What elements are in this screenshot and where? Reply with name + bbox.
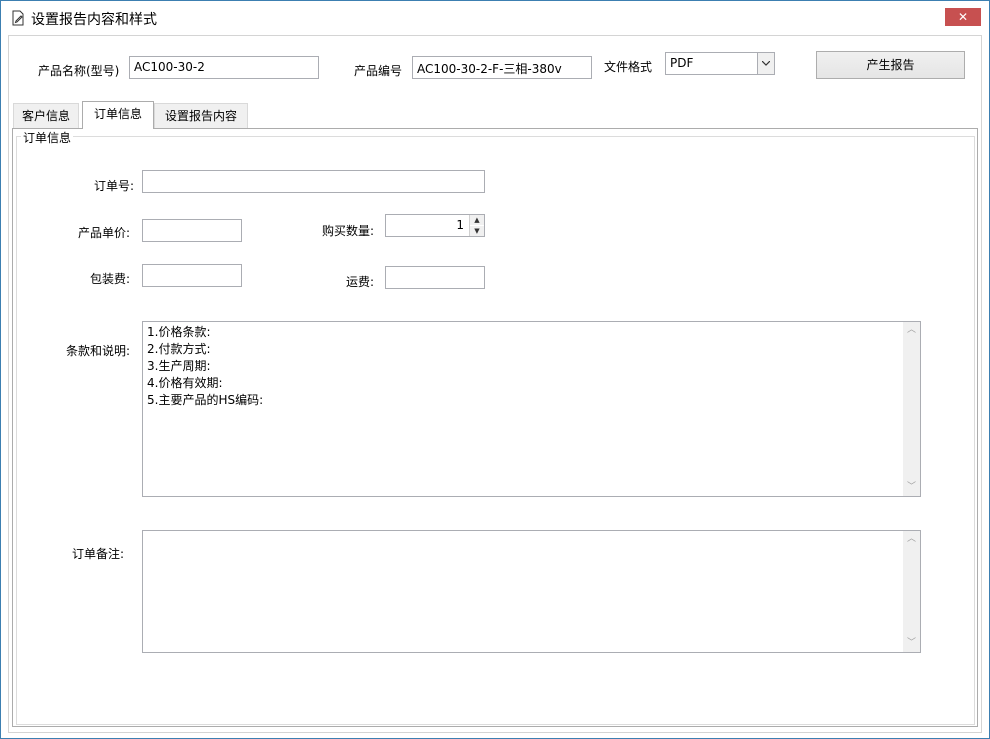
terms-line: 5.主要产品的HS编码: <box>147 393 264 407</box>
document-edit-icon <box>12 10 24 26</box>
chevron-up-icon[interactable]: ▲ <box>470 215 484 225</box>
terms-line: 4.价格有效期: <box>147 376 223 390</box>
chevron-up-icon[interactable]: ︿ <box>903 531 920 548</box>
tab-order-info[interactable]: 订单信息 <box>82 101 154 129</box>
tab-customer-info[interactable]: 客户信息 <box>13 103 79 129</box>
product-name-field[interactable]: AC100-30-2 <box>129 56 319 79</box>
product-name-label: 产品名称(型号) <box>38 64 120 78</box>
remarks-scrollbar[interactable]: ︿ ﹀ <box>903 531 920 652</box>
quantity-label: 购买数量: <box>322 224 375 238</box>
terms-textarea[interactable]: 1.价格条款: 2.付款方式: 3.生产周期: 4.价格有效期: 5.主要产品的… <box>142 321 921 497</box>
quantity-stepper[interactable]: 1 ▲ ▼ <box>385 214 485 237</box>
unit-price-field[interactable] <box>142 219 242 242</box>
terms-line: 3.生产周期: <box>147 359 211 373</box>
chevron-down-icon[interactable] <box>757 53 774 74</box>
order-info-panel: 订单信息 订单号: 产品单价: 购买数量: 1 ▲ ▼ 包装费: 运费: 条款和… <box>12 128 978 727</box>
product-code-field[interactable]: AC100-30-2-F-三相-380v <box>412 56 592 79</box>
spin-buttons: ▲ ▼ <box>469 215 484 236</box>
terms-label: 条款和说明: <box>66 344 131 358</box>
report-settings-window: 设置报告内容和样式 ✕ 产品名称(型号) AC100-30-2 产品编号 AC1… <box>0 0 990 739</box>
shipping-fee-label: 运费: <box>346 275 375 289</box>
file-format-label: 文件格式 <box>604 60 653 74</box>
file-format-select[interactable]: PDF <box>665 52 775 75</box>
product-code-label: 产品编号 <box>354 64 403 78</box>
order-no-label: 订单号: <box>94 179 135 193</box>
quantity-value: 1 <box>456 218 464 232</box>
chevron-up-icon[interactable]: ︿ <box>903 322 920 339</box>
title-bar[interactable]: 设置报告内容和样式 ✕ <box>1 1 989 35</box>
window-title: 设置报告内容和样式 <box>31 12 157 28</box>
chevron-down-icon[interactable]: ▼ <box>470 226 484 236</box>
unit-price-label: 产品单价: <box>78 226 131 240</box>
terms-lines: 1.价格条款: 2.付款方式: 3.生产周期: 4.价格有效期: 5.主要产品的… <box>147 324 263 409</box>
shipping-fee-field[interactable] <box>385 266 485 289</box>
packing-fee-field[interactable] <box>142 264 242 287</box>
client-area: 产品名称(型号) AC100-30-2 产品编号 AC100-30-2-F-三相… <box>8 35 982 733</box>
terms-line: 2.付款方式: <box>147 342 211 356</box>
terms-scrollbar[interactable]: ︿ ﹀ <box>903 322 920 496</box>
remarks-label: 订单备注: <box>72 547 125 561</box>
generate-report-button[interactable]: 产生报告 <box>816 51 965 79</box>
packing-fee-label: 包装费: <box>90 272 131 286</box>
chevron-down-icon[interactable]: ﹀ <box>903 635 920 652</box>
tab-report-content[interactable]: 设置报告内容 <box>154 103 248 129</box>
remarks-textarea[interactable]: ︿ ﹀ <box>142 530 921 653</box>
order-info-group-title: 订单信息 <box>21 129 74 146</box>
chevron-down-icon[interactable]: ﹀ <box>903 479 920 496</box>
file-format-value: PDF <box>670 56 694 70</box>
order-no-field[interactable] <box>142 170 485 193</box>
terms-line: 1.价格条款: <box>147 325 211 339</box>
close-button[interactable]: ✕ <box>945 8 981 26</box>
order-info-group: 订单信息 订单号: 产品单价: 购买数量: 1 ▲ ▼ 包装费: 运费: 条款和… <box>16 129 975 725</box>
